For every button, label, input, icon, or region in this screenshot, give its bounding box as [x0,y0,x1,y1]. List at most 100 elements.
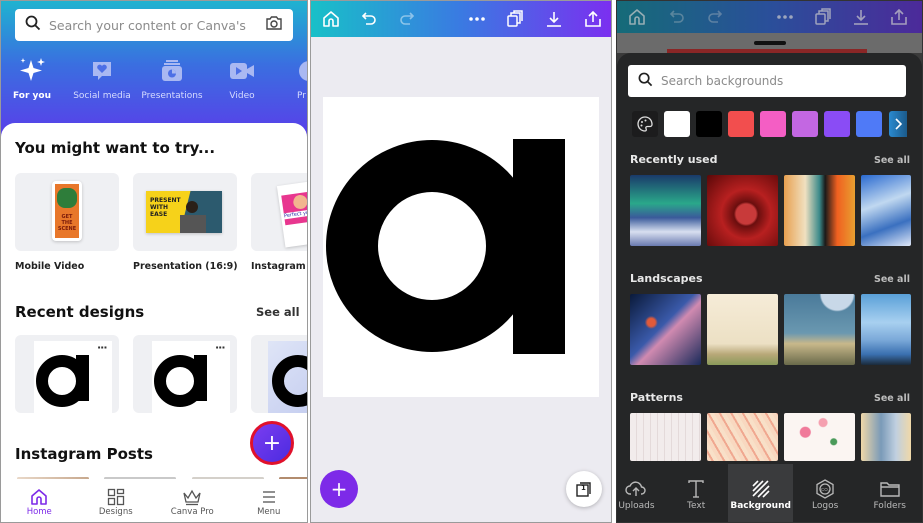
category-for-you[interactable]: For you [1,55,67,101]
color-swatch[interactable] [792,111,818,137]
nav-folders[interactable]: Folders [857,464,922,522]
download-icon[interactable] [544,9,564,29]
more-options-icon[interactable] [775,7,795,27]
template-label: Mobile Video [15,261,85,272]
category-label: Video [229,91,255,101]
editor-bottom-nav: Uploads Text Background CO. Logos Folder… [617,464,922,522]
category-presentations[interactable]: Presentations [137,55,207,101]
home-icon[interactable] [627,7,647,27]
pages-icon[interactable] [813,7,833,27]
recent-design-card[interactable]: ··· [133,335,237,413]
nav-uploads[interactable]: Uploads [617,464,664,522]
nav-background[interactable]: Background [728,464,793,522]
color-swatch[interactable] [664,111,690,137]
nav-designs[interactable]: Designs [78,479,155,522]
logo-hexagon-icon: CO. [815,477,835,501]
page-navigator-button[interactable]: 1 [566,471,602,507]
thumbnail-text: PRESENT WITH EASE [150,197,181,218]
color-swatch[interactable] [760,111,786,137]
chevron-right-icon [895,118,902,130]
see-all-link[interactable]: See all [874,155,910,166]
background-thumbnail-blue-paint[interactable] [861,175,911,246]
more-options-icon[interactable]: ··· [97,341,108,354]
background-thumbnail-aurora[interactable] [630,175,701,246]
text-icon [688,477,704,501]
letter-a-graphic[interactable]: a [323,97,599,397]
home-icon[interactable] [321,9,341,29]
design-canvas[interactable]: a [323,97,599,397]
plus-icon: + [330,477,348,501]
undo-icon[interactable] [359,9,379,29]
redo-icon[interactable] [705,7,725,27]
background-thumbnail-city-lights[interactable] [630,294,701,365]
template-card-instagram-post[interactable]: Perfect your p [251,173,307,251]
color-swatch[interactable] [824,111,850,137]
see-all-link[interactable]: See all [874,393,910,404]
crown-icon [182,487,202,507]
recent-designs-title: Recent designs [15,303,145,321]
color-picker-button[interactable] [632,111,658,137]
background-thumbnail-pattern[interactable] [630,413,701,461]
see-all-link[interactable]: See all [874,274,910,285]
add-element-button[interactable]: + [320,470,358,508]
try-section-title: You might want to try... [15,139,216,157]
camera-icon[interactable] [265,15,283,35]
nav-home[interactable]: Home [1,479,78,522]
nav-label: Folders [873,501,906,511]
category-label: For you [13,91,51,101]
background-thumbnail-pattern[interactable] [861,413,911,461]
drawer-drag-handle[interactable] [754,41,786,45]
share-icon[interactable] [583,9,603,29]
background-hatch-icon [752,477,770,501]
background-thumbnail-field[interactable] [707,294,778,365]
template-card-presentation[interactable]: PRESENT WITH EASE [133,173,237,251]
nav-canva-pro[interactable]: Canva Pro [154,479,231,522]
more-options-icon[interactable] [467,9,487,29]
search-icon [638,72,653,91]
color-swatch[interactable] [696,111,722,137]
swatch-scroll-next[interactable] [889,111,907,137]
nav-label: Uploads [618,501,655,511]
background-thumbnail-red-gear[interactable] [707,175,778,246]
background-thumbnail-pattern[interactable] [707,413,778,461]
background-thumbnail-paint[interactable] [784,175,855,246]
recent-design-card[interactable]: ··· [15,335,119,413]
recent-design-card[interactable] [251,335,307,413]
category-social-media[interactable]: Social media [67,55,137,101]
hamburger-menu-icon [261,487,277,507]
background-thumbnail-floral[interactable] [784,413,855,461]
home-search-input[interactable]: Search your content or Canva's [15,9,293,41]
pages-icon[interactable] [505,9,525,29]
background-thumbnail-mountains[interactable] [861,294,911,365]
category-video[interactable]: Video [207,55,277,101]
search-placeholder: Search your content or Canva's [49,17,246,33]
home-header: Search your content or Canva's For you S… [1,1,307,141]
share-icon[interactable] [889,7,909,27]
backgrounds-search-input[interactable]: Search backgrounds [628,65,906,97]
nav-text[interactable]: Text [664,464,729,522]
backgrounds-screen: Search backgrounds Recently used See all… [616,0,923,523]
nav-label: Canva Pro [170,506,214,517]
category-more[interactable]: Pr [277,55,307,101]
redo-icon[interactable] [397,9,417,29]
recent-see-all-link[interactable]: See all [256,305,300,319]
category-label: Social media [73,91,131,101]
nav-logos[interactable]: CO. Logos [793,464,858,522]
template-card-mobile-video[interactable]: GET THE SCENE [15,173,119,251]
thumbnail-text: GET THE SCENE [57,214,77,232]
nav-menu[interactable]: Menu [231,479,308,522]
download-icon[interactable] [851,7,871,27]
home-content-sheet: You might want to try... GET THE SCENE M… [1,123,307,522]
nav-label: Background [730,501,791,511]
editor-toolbar [311,1,611,37]
instagram-posts-title: Instagram Posts [15,445,153,463]
create-design-fab[interactable]: + [250,421,294,465]
color-swatch[interactable] [728,111,754,137]
more-options-icon[interactable]: ··· [215,341,226,354]
undo-icon[interactable] [667,7,687,27]
presentation-thumbnail: PRESENT WITH EASE [146,191,222,233]
background-thumbnail-desert[interactable] [784,294,855,365]
palette-icon [637,116,653,132]
color-swatch[interactable] [856,111,882,137]
category-label: Presentations [141,91,203,101]
